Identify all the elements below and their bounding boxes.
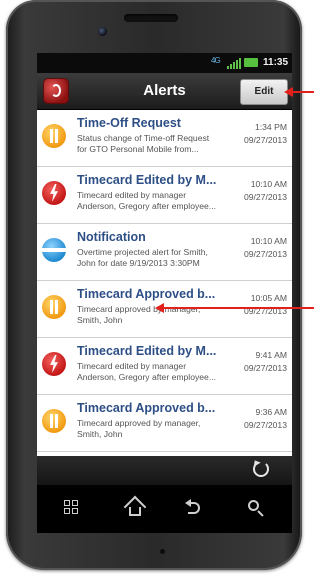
alert-description-line: Overtime projected alert for Smith, (77, 247, 208, 257)
alert-timestamp: 10:05 AM 09/27/2013 (244, 292, 287, 318)
alert-title: Time-Off Request (77, 116, 181, 130)
alert-description-line: for GTO Personal Mobile from... (77, 144, 199, 154)
signal-bars-icon (227, 58, 241, 69)
alert-item[interactable]: Time-Off Request Status change of Time-o… (37, 110, 292, 167)
alert-item[interactable]: Timecard Edited by M... Timecard edited … (37, 338, 292, 395)
alert-description-line: Anderson, Gregory after employee... (77, 372, 217, 382)
app-header: Alerts Edit (37, 73, 292, 110)
alert-time: 10:10 AM (250, 179, 287, 189)
clock: 11:35 (263, 57, 289, 68)
alert-description-line: Smith, John (77, 315, 123, 325)
home-icon[interactable] (124, 497, 146, 519)
refresh-icon[interactable] (253, 461, 269, 477)
alert-title: Timecard Edited by M... (77, 344, 217, 358)
minus-icon (42, 238, 66, 262)
network-type-icon: 4G (211, 56, 221, 65)
pause-icon (42, 124, 66, 148)
screen: 4G 11:35 Alerts Edit Time-Off Request St… (37, 53, 292, 533)
alert-timestamp: 9:41 AM 09/27/2013 (244, 349, 287, 375)
microphone (160, 549, 165, 554)
alert-item[interactable]: Timecard Approved b... Timecard approved… (37, 395, 292, 452)
alert-date: 09/27/2013 (243, 135, 287, 145)
alert-description-line: Timecard approved by manager, (77, 418, 201, 428)
status-bar: 4G 11:35 (37, 53, 292, 73)
alert-date: 09/27/2013 (243, 420, 287, 430)
alert-item[interactable]: Timecard Approved b... Timecard approved… (37, 281, 292, 338)
alert-timestamp: 10:10 AM 09/27/2013 (244, 235, 287, 261)
alert-title: Timecard Approved b... (77, 401, 216, 415)
annotation-arrow-item (155, 303, 314, 313)
alert-description-line: Timecard edited by manager (77, 361, 187, 371)
apps-grid-icon[interactable] (61, 497, 83, 519)
lightning-icon (42, 181, 66, 205)
alert-description: Timecard edited by manager Anderson, Gre… (77, 190, 229, 212)
lightning-icon (42, 352, 66, 376)
alert-time: 9:41 AM (255, 350, 287, 360)
alert-description-line: Anderson, Gregory after employee... (77, 201, 217, 211)
back-icon[interactable] (183, 497, 205, 519)
android-nav-bar (37, 485, 292, 533)
alert-title: Timecard Edited by M... (77, 173, 217, 187)
alert-date: 09/27/2013 (243, 249, 287, 259)
front-camera (98, 27, 107, 36)
alert-timestamp: 1:34 PM 09/27/2013 (244, 121, 287, 147)
alert-time: 10:10 AM (250, 236, 287, 246)
alert-description-line: John for date 9/19/2013 3:30PM (77, 258, 200, 268)
bottom-toolbar (37, 456, 292, 485)
alert-title: Notification (77, 230, 146, 244)
alert-timestamp: 9:36 AM 09/27/2013 (244, 406, 287, 432)
alerts-list: Time-Off Request Status change of Time-o… (37, 110, 292, 456)
alert-time: 1:34 PM (254, 122, 287, 132)
earpiece (124, 14, 178, 22)
alert-item[interactable]: Notification Overtime projected alert fo… (37, 224, 292, 281)
annotation-arrow-edit (284, 87, 314, 97)
alert-time: 9:36 AM (255, 407, 287, 417)
alert-time: 10:05 AM (250, 293, 287, 303)
battery-icon (244, 58, 258, 67)
pause-icon (42, 295, 66, 319)
alert-title: Timecard Approved b... (77, 287, 216, 301)
pause-icon (42, 409, 66, 433)
alert-description: Timecard approved by manager, Smith, Joh… (77, 418, 229, 440)
alert-timestamp: 10:10 AM 09/27/2013 (244, 178, 287, 204)
alert-description: Status change of Time-off Request for GT… (77, 133, 229, 155)
alert-description: Timecard edited by manager Anderson, Gre… (77, 361, 229, 383)
edit-button[interactable]: Edit (240, 79, 288, 105)
alert-date: 09/27/2013 (243, 192, 287, 202)
alert-description-line: Status change of Time-off Request (77, 133, 210, 143)
alert-description-line: Smith, John (77, 429, 123, 439)
alert-description: Overtime projected alert for Smith, John… (77, 247, 229, 269)
alert-description-line: Timecard approved by manager, (77, 304, 201, 314)
search-icon[interactable] (245, 497, 267, 519)
phone-frame: 4G 11:35 Alerts Edit Time-Off Request St… (6, 0, 302, 570)
alert-description-line: Timecard edited by manager (77, 190, 187, 200)
alert-item[interactable]: Timecard Edited by M... Timecard edited … (37, 167, 292, 224)
alert-date: 09/27/2013 (243, 363, 287, 373)
